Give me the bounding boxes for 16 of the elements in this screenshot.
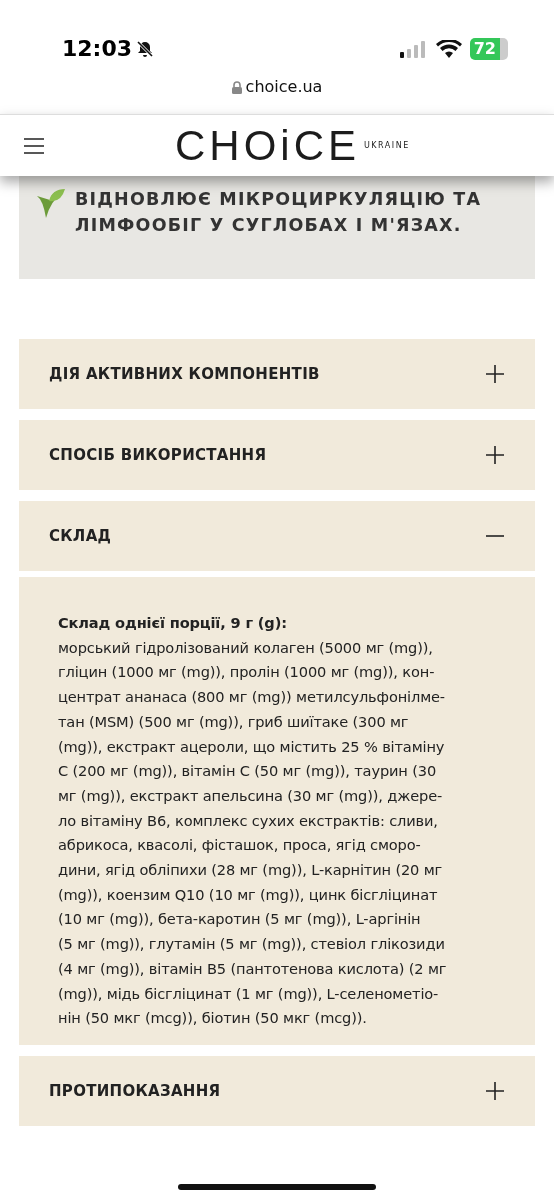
wifi-icon — [435, 39, 462, 58]
lock-icon — [231, 80, 242, 94]
logo[interactable]: CHOiCE — [175, 124, 360, 167]
accordion-header[interactable]: СПОСІБ ВИКОРИСТАННЯ — [19, 420, 535, 490]
url-text[interactable]: choice.ua — [245, 75, 323, 99]
accordion-header[interactable]: ДІЯ АКТИВНИХ КОМПОНЕНТІВ — [19, 339, 535, 409]
clock-time: 12:03 — [62, 35, 133, 63]
menu-icon[interactable] — [24, 137, 44, 154]
accordion-header[interactable]: СКЛАД — [19, 501, 535, 571]
accordion-header[interactable]: ПРОТИПОКАЗАННЯ — [19, 1056, 535, 1126]
bell-slash-icon — [136, 39, 155, 58]
logo-subtitle: UKRAINE — [364, 139, 410, 152]
composition-text: морський гідролізований колаген (5000 мг (mg)), гліцин (1000 мг (mg)), пролін (1000 мг (mg)), кон- центрат ананаса (800 мг (mg)) метилсульфонілме- тан (MSM) (500 мг (mg)), гриб шиїтаке (300 мг (mg)), екстракт ацероли, що містить 25 % вітаміну C (200 мг (mg)), вітамін C (50 мг (mg)), таурин (30 мг (mg)), екстракт апельсина (30 мг (mg)), джере- ло вітаміну B6, комплекс сухих екстрактів: сливи, абрикоса, квасолі, фісташок, проса, ягід сморо- дини, ягід обліпихи (28 мг (mg)), L-карнітин (20 мг (mg)), коензим Q10 (10 мг (mg)), цинк бісгліцинат (10 мг (mg)), бета-каротин (5 мг (mg)), L-аргінін (5 мг (mg)), глутамін (5 мг (mg)), стевіол глікозиди (4 мг (mg)), вітамін B5 (пантотенова кислота) (2 мг (mg)), мідь бісгліцинат (1 мг (mg)), L-селенометіо- нін (50 мкг (mcg)), біотин (50 мкг (mcg)). — [58, 637, 448, 1029]
composition-heading: Склад однієї порції, 9 г (g): — [58, 613, 288, 633]
banner-text: ВІДНОВЛЮЄ МІКРОЦИРКУЛЯЦІЮ ТА ЛІМФООБІГ У СУГЛОБАХ І М'ЯЗАХ. — [75, 188, 483, 238]
signal-icon — [399, 39, 428, 58]
